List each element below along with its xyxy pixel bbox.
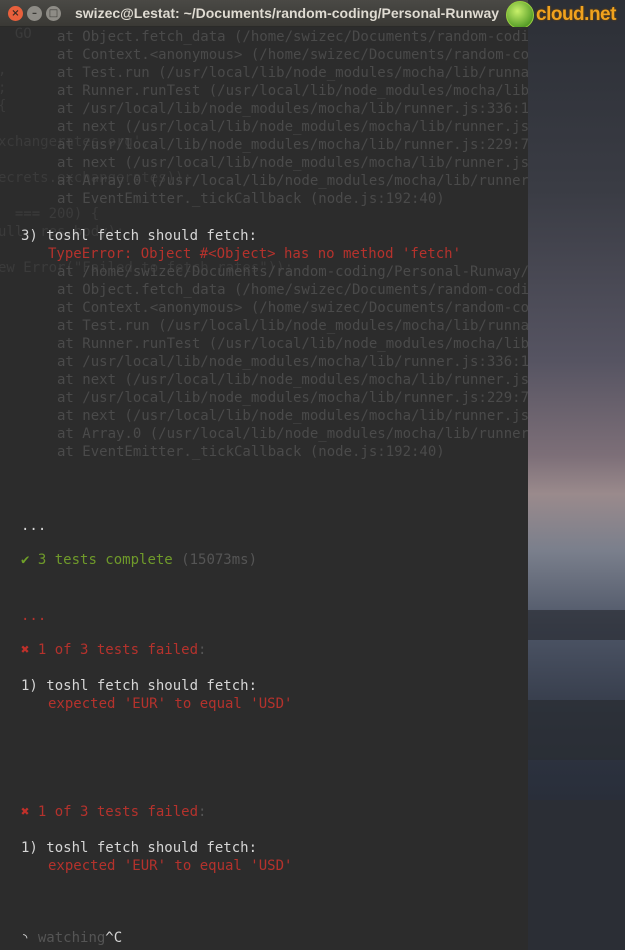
close-button[interactable]: × — [8, 5, 23, 21]
stack-trace-line: at Test.run (/usr/local/lib/node_modules… — [57, 64, 528, 82]
stack-trace-line: at EventEmitter._tickCallback (node.js:1… — [57, 190, 445, 208]
stack-trace-line-text: at /usr/local/lib/node_modules/mocha/lib… — [57, 137, 528, 153]
progress-dots: ... — [21, 517, 46, 535]
failure-error-text: expected 'EUR' to equal 'USD' — [48, 858, 293, 874]
terminal-output[interactable]: GO , ; { xchangerates.org', ecrets.excha… — [0, 27, 528, 950]
failure-error-text: expected 'EUR' to equal 'USD' — [48, 696, 293, 712]
failure-heading-text: 1) toshl fetch should fetch: — [21, 840, 258, 856]
stack-trace-line: at /home/swizec/Documents/random-coding/… — [57, 263, 528, 281]
stack-trace-line-text: at Object.fetch_data (/home/swizec/Docum… — [57, 29, 528, 45]
window-titlebar[interactable]: × – □ swizec@Lestat: ~/Documents/random-… — [0, 0, 528, 27]
tests-complete-line: ✔ 3 tests complete (15073ms) — [21, 551, 257, 569]
failure-error-text: TypeError: Object #<Object> has no metho… — [48, 246, 462, 262]
desktop-wallpaper — [528, 0, 625, 950]
minimize-button[interactable]: – — [27, 5, 42, 21]
tests-failed-line: ✖ 1 of 3 tests failed: — [21, 641, 206, 659]
stack-trace-line-text: at Runner.runTest (/usr/local/lib/node_m… — [57, 83, 528, 99]
failure-error: expected 'EUR' to equal 'USD' — [48, 857, 292, 875]
stack-trace-line-text: at next (/usr/local/lib/node_modules/moc… — [57, 372, 528, 388]
stack-trace-line-text: at next (/usr/local/lib/node_modules/moc… — [57, 119, 528, 135]
failure-error: TypeError: Object #<Object> has no metho… — [48, 245, 461, 263]
stack-trace-line: at Array.0 (/usr/local/lib/node_modules/… — [57, 425, 528, 443]
stack-trace-line: at Object.fetch_data (/home/swizec/Docum… — [57, 28, 528, 46]
stack-trace-line-text: at /usr/local/lib/node_modules/mocha/lib… — [57, 354, 528, 370]
stack-trace-line: at Test.run (/usr/local/lib/node_modules… — [57, 317, 528, 335]
failure-heading: 1) toshl fetch should fetch: — [21, 839, 257, 857]
stack-trace-line-text: at Runner.runTest (/usr/local/lib/node_m… — [57, 336, 528, 352]
stack-trace-line-text: at /usr/local/lib/node_modules/mocha/lib… — [57, 390, 528, 406]
tests-failed-text: 1 of 3 tests failed — [29, 642, 199, 658]
stack-trace-line-text: at /usr/local/lib/node_modules/mocha/lib… — [57, 101, 528, 117]
stack-trace-line-text: at Test.run (/usr/local/lib/node_modules… — [57, 318, 528, 334]
stack-trace-line: at /usr/local/lib/node_modules/mocha/lib… — [57, 136, 528, 154]
stack-trace-line-text: at next (/usr/local/lib/node_modules/moc… — [57, 408, 528, 424]
interrupt-text: ^C — [105, 930, 123, 946]
window-title: swizec@Lestat: ~/Documents/random-coding… — [75, 5, 500, 21]
failure-heading-text: 3) toshl fetch should fetch: — [21, 228, 258, 244]
stack-trace-line: at /usr/local/lib/node_modules/mocha/lib… — [57, 100, 528, 118]
stack-trace-line-text: at Context.<anonymous> (/home/swizec/Doc… — [57, 300, 528, 316]
watch-status-line: ◝ watching^C — [21, 929, 122, 947]
tests-failed-colon: : — [198, 804, 207, 820]
stack-trace-line-text: at next (/usr/local/lib/node_modules/moc… — [57, 155, 528, 171]
failure-heading: 3) toshl fetch should fetch: — [21, 227, 257, 245]
stack-trace-line-text: at Object.fetch_data (/home/swizec/Docum… — [57, 282, 528, 298]
stack-trace-line: at EventEmitter._tickCallback (node.js:1… — [57, 443, 445, 461]
progress-dots: ... — [21, 607, 46, 625]
stack-trace-line-text: at Test.run (/usr/local/lib/node_modules… — [57, 65, 528, 81]
maximize-button[interactable]: □ — [46, 5, 61, 21]
progress-dots-text: ... — [21, 608, 47, 624]
stack-trace-line: at Runner.runTest (/usr/local/lib/node_m… — [57, 335, 528, 353]
stack-trace-line: at Object.fetch_data (/home/swizec/Docum… — [57, 281, 528, 299]
stack-trace-line: at /usr/local/lib/node_modules/mocha/lib… — [57, 353, 528, 371]
progress-dots-text: ... — [21, 518, 47, 534]
stack-trace-line: at next (/usr/local/lib/node_modules/moc… — [57, 407, 528, 425]
stack-trace-line: at Runner.runTest (/usr/local/lib/node_m… — [57, 82, 528, 100]
stack-trace-line-text: at EventEmitter._tickCallback (node.js:1… — [57, 444, 445, 460]
stack-trace-line: at next (/usr/local/lib/node_modules/moc… — [57, 118, 528, 136]
stack-trace-line-text: at Context.<anonymous> (/home/swizec/Doc… — [57, 47, 528, 63]
tests-failed-line: ✖ 1 of 3 tests failed: — [21, 803, 206, 821]
stack-trace-line: at next (/usr/local/lib/node_modules/moc… — [57, 371, 528, 389]
stack-trace-line: at Context.<anonymous> (/home/swizec/Doc… — [57, 299, 528, 317]
cloud-logo-icon — [506, 1, 534, 29]
stack-trace-line-text: at Array.0 (/usr/local/lib/node_modules/… — [57, 173, 528, 189]
tests-duration: (15073ms) — [172, 552, 258, 568]
watching-text: watching — [29, 930, 106, 946]
cloud-logo-text: cloud.net — [536, 4, 616, 25]
tests-failed-text: 1 of 3 tests failed — [29, 804, 199, 820]
failure-error: expected 'EUR' to equal 'USD' — [48, 695, 292, 713]
tests-failed-colon: : — [198, 642, 207, 658]
failure-heading-text: 1) toshl fetch should fetch: — [21, 678, 258, 694]
stack-trace-line: at /usr/local/lib/node_modules/mocha/lib… — [57, 389, 528, 407]
tests-complete-text: 3 tests complete — [29, 552, 173, 568]
stack-trace-line-text: at Array.0 (/usr/local/lib/node_modules/… — [57, 426, 528, 442]
stack-trace-line: at next (/usr/local/lib/node_modules/moc… — [57, 154, 528, 172]
stack-trace-line-text: at EventEmitter._tickCallback (node.js:1… — [57, 191, 445, 207]
cloud-logo: cloud.net — [506, 0, 625, 30]
failure-heading: 1) toshl fetch should fetch: — [21, 677, 257, 695]
stack-trace-line-text: at /home/swizec/Documents/random-coding/… — [57, 264, 528, 280]
stack-trace-line: at Array.0 (/usr/local/lib/node_modules/… — [57, 172, 528, 190]
stack-trace-line: at Context.<anonymous> (/home/swizec/Doc… — [57, 46, 528, 64]
